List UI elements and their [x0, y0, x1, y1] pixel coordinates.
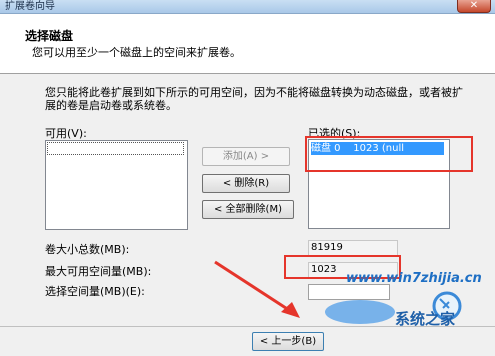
- back-button[interactable]: < 上一步(B): [252, 332, 324, 351]
- watermark-site: www.win7zhijia.cn: [346, 271, 482, 286]
- footer-divider: [0, 326, 495, 327]
